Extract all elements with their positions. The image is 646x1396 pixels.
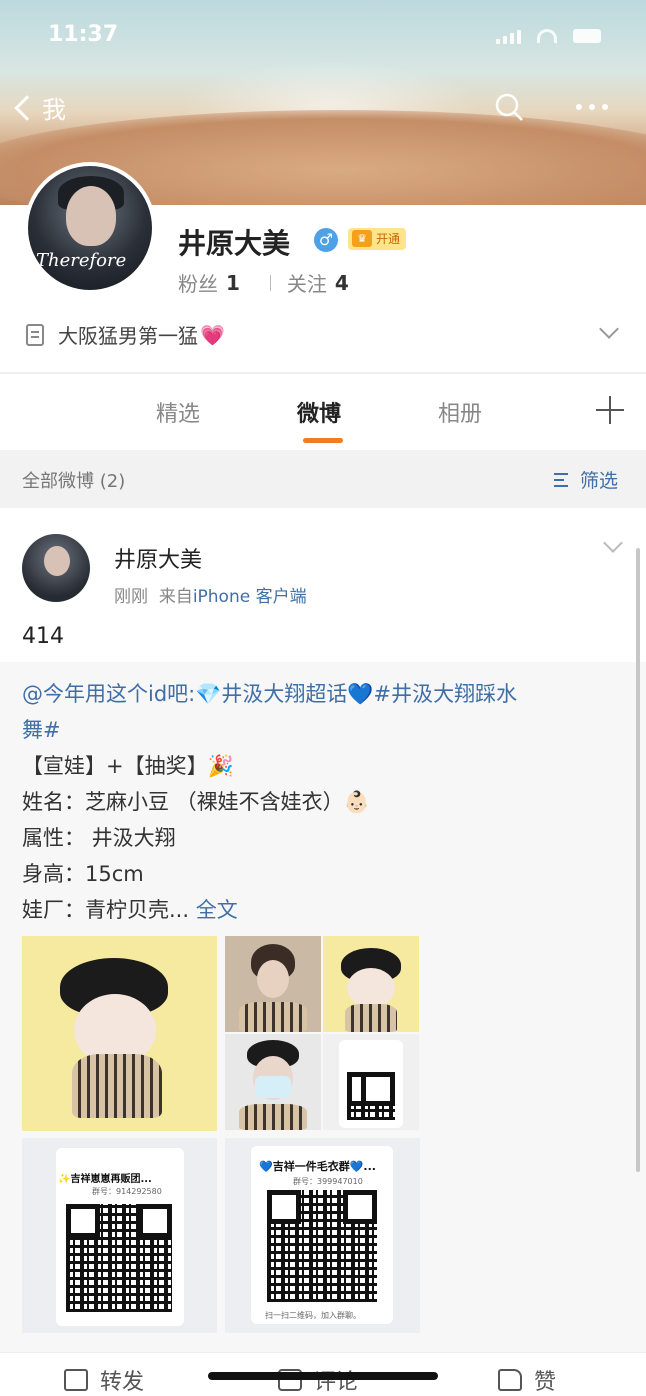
qr-code [347,1072,395,1120]
tab-album[interactable]: 相册 [438,396,482,428]
repost-line-1: @今年用这个id吧:💎井汲大翔超话💙#井汲大翔踩水 [22,678,517,708]
divider [0,372,646,374]
repost-line-7-text: 娃厂：青柠贝壳... [22,898,190,922]
more-icon[interactable] [576,104,608,110]
post-image-6[interactable]: ✨吉祥崽崽再贩团... 群号：914292580 [22,1138,217,1333]
qr1-group: 群号：914292580 [92,1187,162,1196]
chevron-left-icon [14,94,40,121]
full-text-link[interactable]: 全文 [196,898,238,922]
battery-icon [573,29,601,43]
repost-line-6: 身高：15cm [22,862,144,886]
tab-weibo[interactable]: 微博 [297,396,341,428]
back-label: 我 [42,96,66,124]
filter-icon [554,470,576,490]
bio: 大阪猛男第一猛 💗 [26,320,225,349]
post-text: 414 [22,624,64,649]
like-label: 赞 [534,1370,557,1395]
following-count[interactable]: 4 [335,271,349,295]
mention-link[interactable]: @今年用这个id吧: [22,682,195,706]
repost-line-4: 姓名：芝麻小豆 （裸娃不含娃衣）👶🏻 [22,790,370,814]
followers-label[interactable]: 粉丝 [178,268,218,297]
post-source[interactable]: iPhone 客户端 [193,587,307,607]
qr-code [66,1204,172,1312]
vip-label: 开通 [376,232,401,246]
qr1-title: ✨吉祥崽崽再贩团... [58,1174,152,1185]
qr2-group: 群号：399947010 [293,1177,363,1186]
add-tab-icon[interactable] [596,396,624,424]
comment-button[interactable]: 评论 [278,1364,358,1396]
thumbs-up-icon [498,1369,522,1391]
back-button[interactable]: 我 [14,90,66,125]
scrollbar[interactable] [636,548,640,1172]
signal-icon [496,28,521,44]
follow-counts: 粉丝 1 关注 4 [178,268,365,297]
profile-name: 井原大美 [178,227,291,260]
like-button[interactable]: 赞 [498,1364,556,1396]
followers-count[interactable]: 1 [226,271,240,295]
post-image-4[interactable] [225,1034,321,1130]
status-time: 11:37 [48,22,119,47]
post-count: 全部微博 (2) [22,471,126,492]
post-image-3[interactable] [323,936,419,1032]
post-image-2[interactable] [225,936,321,1032]
post-time: 刚刚 [114,587,148,607]
bio-emoji: 💗 [200,322,225,347]
document-icon [26,323,44,346]
qr-code [267,1190,377,1302]
following-label[interactable]: 关注 [287,268,327,297]
active-tab-indicator [303,438,343,443]
qr2-hint: 扫一扫二维码，加入群聊。 [265,1311,361,1320]
post-avatar[interactable] [22,534,90,602]
repost-line-2[interactable]: 舞# [22,714,61,744]
filter-label: 筛选 [580,470,619,492]
repost-line-3: 【宣娃】+【抽奖】🎉 [22,754,234,778]
avatar-signature: Therefore [36,250,127,271]
search-icon[interactable] [494,92,524,122]
bio-text: 大阪猛男第一猛 [58,324,198,348]
crown-icon: ♛ [352,230,372,247]
post-image-1[interactable] [22,936,217,1131]
repost-line-5: 属性： 井汲大翔 [22,826,176,850]
repost-label: 转发 [100,1370,145,1395]
repost-icon [64,1369,88,1391]
male-icon: ♂ [314,228,338,252]
repost-button[interactable]: 转发 [64,1364,144,1396]
post-source-prefix: 来自 [158,587,193,607]
post-meta: 刚刚 来自iPhone 客户端 [114,582,307,607]
vip-badge[interactable]: ♛ 开通 [348,228,407,250]
post-image-5[interactable] [323,1034,419,1130]
chevron-down-icon[interactable] [599,319,619,339]
divider [269,274,271,291]
comment-label: 评论 [314,1370,359,1395]
status-icons [496,28,601,44]
home-indicator [208,1372,438,1380]
tab-featured[interactable]: 精选 [156,396,200,428]
post-image-7[interactable]: 💙吉祥一件毛衣群💙... 群号：399947010 扫一扫二维码，加入群聊。 [225,1138,420,1333]
filter-button[interactable]: 筛选 [554,466,618,493]
chevron-down-icon[interactable] [603,533,623,553]
avatar[interactable]: Therefore [24,162,156,294]
qr2-title: 💙吉祥一件毛衣群💙... [259,1160,376,1173]
topic-link[interactable]: 💎井汲大翔超话💙#井汲大翔踩水 [195,682,517,706]
post-author[interactable]: 井原大美 [114,542,202,574]
repost-line-7: 娃厂：青柠贝壳... 全文 [22,894,238,924]
wifi-icon [537,29,557,43]
